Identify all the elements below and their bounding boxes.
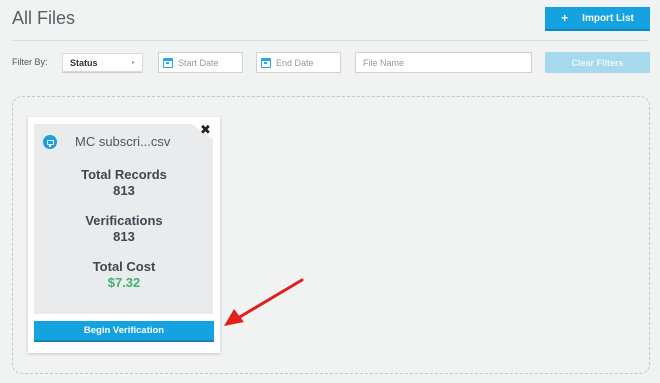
import-list-label: Import List: [582, 12, 634, 24]
file-name: MC subscri...csv: [75, 134, 171, 149]
monitor-icon: [43, 135, 57, 149]
chevron-right-icon: ▸: [131, 60, 135, 66]
total-cost-value: $7.32: [107, 275, 141, 290]
calendar-icon: [163, 57, 173, 68]
header-divider: [12, 40, 648, 41]
total-records-stat: Total Records 813: [28, 167, 220, 198]
plus-icon: +: [561, 11, 569, 25]
end-date-field[interactable]: End Date: [256, 52, 341, 73]
verifications-value: 813: [113, 229, 135, 244]
total-records-label: Total Records: [81, 167, 167, 182]
filter-by-label: Filter By:: [12, 57, 48, 67]
verifications-label: Verifications: [85, 213, 163, 228]
verifications-stat: Verifications 813: [28, 213, 220, 244]
file-card: ✖ MC subscri...csv Total Records 813 Ver…: [28, 117, 220, 353]
status-select[interactable]: Status ▸: [62, 53, 143, 72]
status-select-value: Status: [70, 57, 98, 68]
close-icon[interactable]: ✖: [200, 122, 211, 138]
total-cost-label: Total Cost: [92, 259, 156, 274]
annotation-arrow-icon: [224, 278, 304, 326]
file-name-field[interactable]: File Name: [355, 52, 532, 73]
start-date-field[interactable]: Start Date: [158, 52, 243, 73]
total-records-value: 813: [113, 183, 135, 198]
import-list-button[interactable]: + Import List: [545, 7, 650, 29]
start-date-placeholder: Start Date: [178, 57, 219, 68]
total-cost-stat: Total Cost $7.32: [28, 259, 220, 290]
calendar-icon: [261, 57, 271, 68]
clear-filters-button[interactable]: Clear Filters: [545, 52, 650, 73]
file-name-placeholder: File Name: [363, 57, 405, 68]
begin-verification-button[interactable]: Begin Verification: [34, 321, 214, 340]
page-title: All Files: [12, 8, 76, 28]
end-date-placeholder: End Date: [276, 57, 314, 68]
